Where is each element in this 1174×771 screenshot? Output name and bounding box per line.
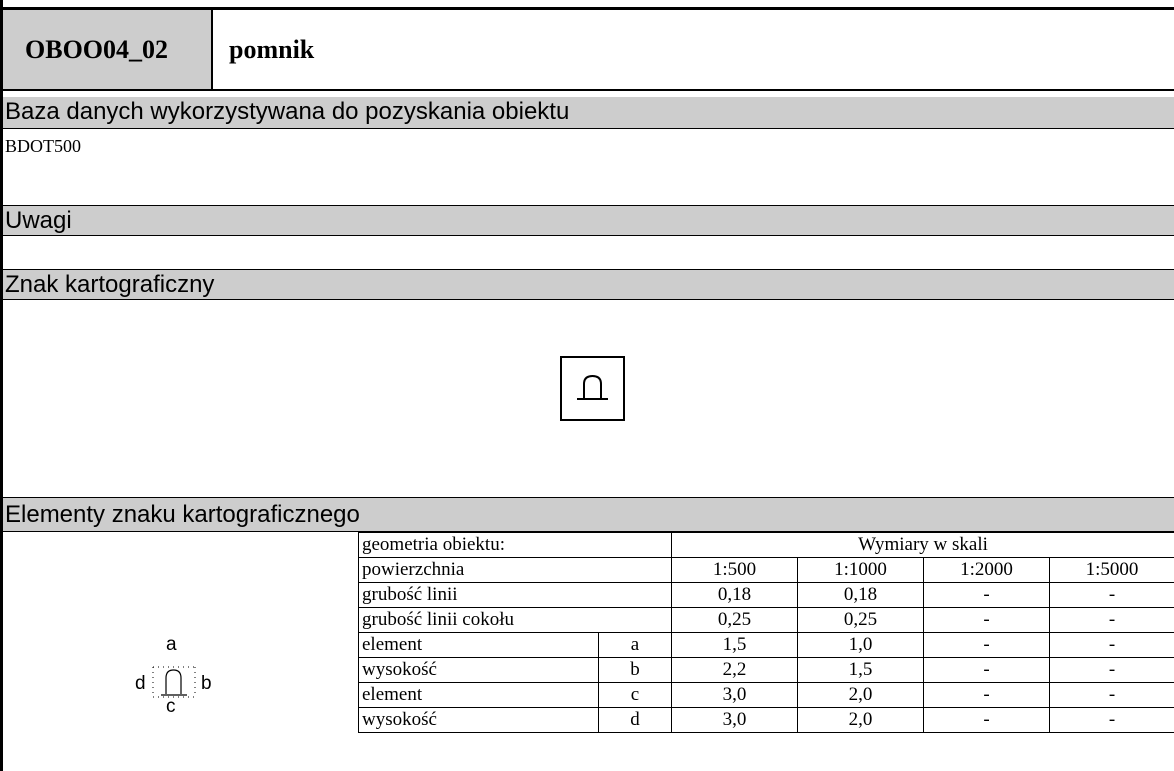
divider — [3, 128, 1174, 129]
elements-section-title: Elementy znaku kartograficznego — [3, 498, 1174, 531]
row-value: - — [1049, 632, 1174, 658]
table-row: wysokość b 2,2 1,5 - - — [358, 657, 1174, 683]
row-value: - — [923, 607, 1051, 633]
row-code: b — [597, 657, 673, 683]
row-code: c — [597, 682, 673, 708]
row-value: 3,0 — [671, 682, 799, 708]
row-value: - — [1049, 582, 1174, 608]
row-value: 0,18 — [671, 582, 799, 608]
row-value: 2,0 — [797, 682, 925, 708]
geometry-label: geometria obiektu: — [357, 532, 673, 558]
sign-dimension-diagram: a b c d — [3, 532, 358, 771]
row-value: 2,0 — [797, 707, 925, 733]
row-value: - — [923, 657, 1051, 683]
row-name: grubość linii — [357, 582, 673, 608]
table-row: powierzchnia 1:500 1:1000 1:2000 1:5000 — [357, 557, 1174, 583]
row-value: - — [923, 682, 1051, 708]
scale-header: 1:2000 — [923, 557, 1051, 583]
diagram-label-d: d — [135, 673, 146, 694]
row-value: - — [1049, 607, 1174, 633]
diagram-label-a: a — [166, 634, 177, 655]
row-name: element — [358, 682, 599, 708]
row-value: 1,5 — [797, 657, 925, 683]
monument-sign-icon — [560, 356, 625, 421]
geometry-value: powierzchnia — [357, 557, 673, 583]
row-code: a — [597, 632, 673, 658]
scale-header: 1:500 — [671, 557, 799, 583]
row-value: 1,0 — [797, 632, 925, 658]
divider — [3, 89, 1174, 91]
row-code: d — [597, 707, 673, 733]
row-name: wysokość — [358, 657, 599, 683]
row-value: - — [1049, 707, 1174, 733]
row-value: - — [1049, 657, 1174, 683]
row-value: 1,5 — [671, 632, 799, 658]
row-value: 3,0 — [671, 707, 799, 733]
diagram-label-b: b — [201, 673, 212, 694]
row-value: 2,2 — [671, 657, 799, 683]
divider — [3, 299, 1174, 300]
row-value: 0,25 — [671, 607, 799, 633]
table-row: grubość linii 0,18 0,18 - - — [357, 582, 1174, 608]
object-code: OBOO04_02 — [3, 10, 213, 89]
table-row: geometria obiektu: Wymiary w skali — [357, 532, 1174, 558]
scale-header: 1:1000 — [797, 557, 925, 583]
row-name: grubość linii cokołu — [357, 607, 673, 633]
row-name: element — [358, 632, 599, 658]
database-value: BDOT500 — [5, 136, 81, 156]
row-value: 0,18 — [797, 582, 925, 608]
row-value: - — [1049, 682, 1174, 708]
notes-section-title: Uwagi — [3, 206, 1174, 235]
row-name: wysokość — [358, 707, 599, 733]
table-row: element a 1,5 1,0 - - — [358, 632, 1174, 658]
row-value: 0,25 — [797, 607, 925, 633]
table-row: element c 3,0 2,0 - - — [358, 682, 1174, 708]
diagram-label-c: c — [166, 696, 176, 717]
divider — [3, 235, 1174, 236]
table-row: grubość linii cokołu 0,25 0,25 - - — [357, 607, 1174, 633]
table-row: wysokość d 3,0 2,0 - - — [358, 707, 1174, 733]
scales-header: Wymiary w skali — [671, 532, 1174, 558]
sign-section-title: Znak kartograficzny — [3, 270, 1174, 299]
database-section-title: Baza danych wykorzystywana do pozyskania… — [3, 97, 1174, 128]
scale-header: 1:5000 — [1049, 557, 1174, 583]
dimensions-table: geometria obiektu: Wymiary w skali powie… — [357, 532, 1174, 733]
object-name: pomnik — [229, 34, 315, 64]
row-value: - — [923, 582, 1051, 608]
row-value: - — [923, 707, 1051, 733]
row-value: - — [923, 632, 1051, 658]
